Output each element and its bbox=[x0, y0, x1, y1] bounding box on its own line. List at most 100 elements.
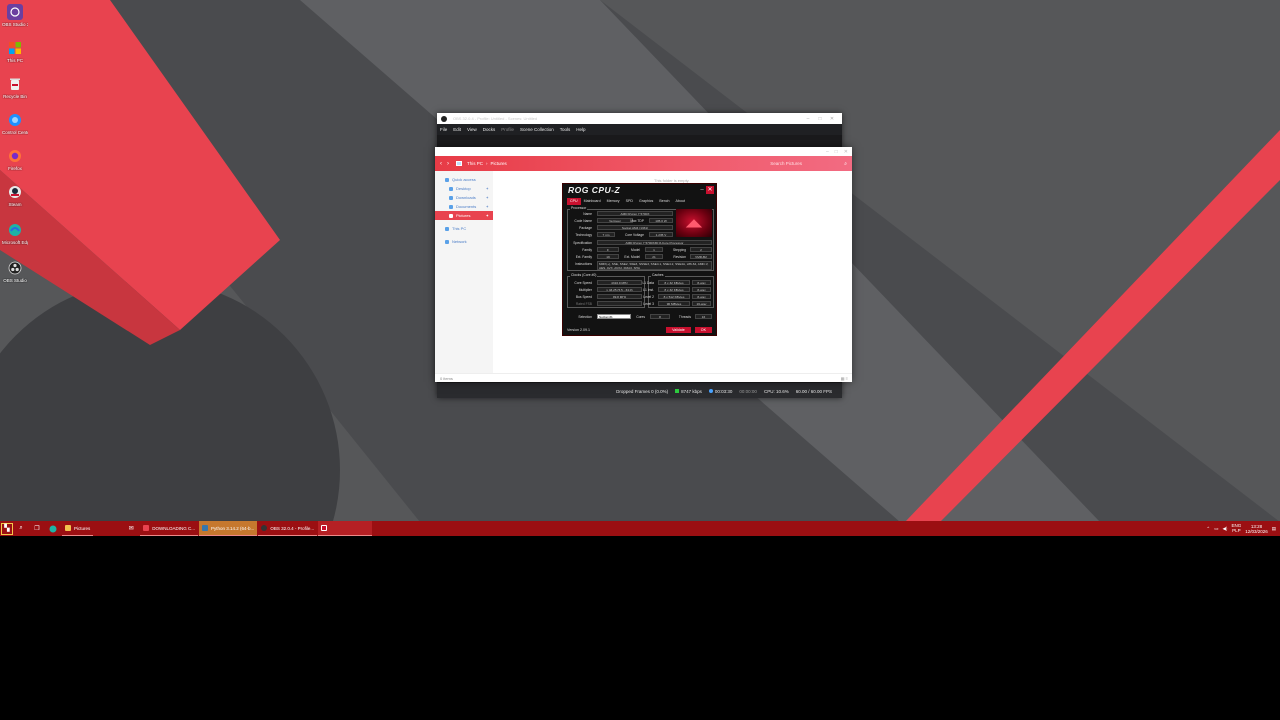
stepping-label: Stepping bbox=[672, 248, 686, 252]
menu-file[interactable]: File bbox=[440, 127, 447, 132]
taskbar-app-pictures[interactable]: Pictures bbox=[62, 521, 94, 536]
tab-about[interactable]: About bbox=[673, 198, 688, 205]
desktop-icon-obs-studio-32[interactable]: OBS Studio 32 bbox=[2, 4, 28, 27]
voltage-value: 1.235 V bbox=[649, 232, 673, 237]
sidebar-item-this-pc[interactable]: This PC bbox=[435, 224, 493, 233]
obs-titlebar[interactable]: OBS 32.0.4 - Profile: Untitled - Scenes:… bbox=[437, 113, 842, 124]
desktop-folder-icon bbox=[449, 186, 453, 191]
taskbar-app-python[interactable]: Python 3.14.2 (64-b... bbox=[199, 521, 258, 536]
socket-select[interactable]: Socket #1 bbox=[597, 314, 631, 319]
ratedfsb-label: Rated FSB bbox=[575, 302, 592, 306]
extmodel-value: 21 bbox=[645, 254, 663, 259]
menu-scene-collection[interactable]: Scene Collection bbox=[520, 127, 554, 132]
sidebar-item-pictures[interactable]: Pictures ✦ bbox=[435, 211, 493, 220]
language-indicator[interactable]: ENG PLP bbox=[1231, 523, 1241, 533]
sidebar-item-network[interactable]: Network bbox=[435, 237, 493, 246]
specification-label: Specification bbox=[573, 241, 592, 245]
item-count: 0 items bbox=[440, 375, 453, 381]
tab-memory[interactable]: Memory bbox=[604, 198, 623, 205]
network-icon bbox=[445, 239, 449, 244]
windows-logo-icon bbox=[7, 40, 23, 56]
start-button[interactable]: ▚ bbox=[1, 522, 13, 535]
technology-value: 7 nm bbox=[597, 232, 615, 237]
tab-mainboard[interactable]: Mainboard bbox=[581, 198, 604, 205]
technology-label: Technology bbox=[575, 233, 592, 237]
fps: 60.00 / 60.00 FPS bbox=[795, 388, 832, 394]
tab-graphics[interactable]: Graphics bbox=[636, 198, 656, 205]
recycle-bin-icon bbox=[7, 76, 23, 92]
minimize-icon[interactable]: – bbox=[802, 116, 814, 122]
ok-button[interactable]: OK bbox=[694, 327, 712, 333]
maxtdp-label: Max TDP bbox=[630, 219, 644, 223]
maximize-icon[interactable]: □ bbox=[835, 149, 838, 155]
back-icon[interactable]: ‹ bbox=[440, 161, 442, 167]
network-tray-icon[interactable]: ▭ bbox=[1214, 526, 1218, 532]
python-icon bbox=[202, 525, 209, 531]
desktop-icon-this-pc[interactable]: This PC bbox=[2, 40, 28, 63]
menu-profile[interactable]: Profile bbox=[501, 127, 514, 132]
l1d-label: L1 Data bbox=[642, 281, 654, 285]
taskbar-app-downloading[interactable]: DOWNLOADING C... bbox=[140, 521, 199, 536]
sidebar-item-documents[interactable]: Documents ✦ bbox=[435, 202, 493, 211]
breadcrumb-this-pc[interactable]: This PC bbox=[467, 161, 483, 166]
desktop-icon-obs-studio[interactable]: OBS Studio bbox=[2, 260, 28, 283]
pin-icon: ✦ bbox=[485, 186, 489, 191]
menu-tools[interactable]: Tools bbox=[560, 127, 571, 132]
dropped-frames: Dropped Frames 0 (0.0%) bbox=[616, 388, 669, 394]
menu-edit[interactable]: Edit bbox=[453, 127, 461, 132]
sidebar-item-downloads[interactable]: Downloads ✦ bbox=[435, 193, 493, 202]
edge-taskbar-icon[interactable] bbox=[45, 521, 61, 536]
desktop-icon-control-center[interactable]: Control Center bbox=[2, 112, 28, 135]
search-icon[interactable]: ⌕ bbox=[13, 521, 29, 536]
sidebar-item-desktop[interactable]: Desktop ✦ bbox=[435, 184, 493, 193]
desktop-icon-firefox[interactable]: Firefox bbox=[2, 148, 28, 171]
taskbar-app-cpuz[interactable] bbox=[318, 521, 373, 536]
menu-view[interactable]: View bbox=[467, 127, 477, 132]
folder-icon bbox=[65, 525, 71, 531]
close-icon[interactable]: ✕ bbox=[844, 149, 848, 155]
explorer-titlebar[interactable]: – □ ✕ bbox=[435, 147, 852, 156]
tab-bench[interactable]: Bench bbox=[656, 198, 672, 205]
pin-icon: ✦ bbox=[485, 204, 489, 209]
menu-help[interactable]: Help bbox=[576, 127, 585, 132]
specification-value: AMD Ryzen 7 5700X3D 8-Core Processor bbox=[597, 240, 712, 245]
maxtdp-value: 105.0 W bbox=[649, 218, 673, 223]
desktop-icon-recycle-bin[interactable]: Recycle Bin bbox=[2, 76, 28, 99]
taskbar-app-obs[interactable]: OBS 32.0.4 - Profile... bbox=[258, 521, 318, 536]
minimize-icon[interactable]: – bbox=[698, 187, 706, 193]
menu-docks[interactable]: Docks bbox=[483, 127, 496, 132]
cpuz-titlebar[interactable]: ROG CPU-Z – ✕ bbox=[563, 184, 716, 196]
steam-icon bbox=[7, 184, 23, 200]
this-pc-icon bbox=[456, 161, 462, 166]
clock[interactable]: 13:28 12/03/2026 bbox=[1245, 524, 1268, 534]
l2-value: 8 x 512 KBytes bbox=[658, 294, 690, 299]
desktop-icon-microsoft-edge[interactable]: Microsoft Edge bbox=[2, 222, 28, 245]
obs-logo-icon bbox=[441, 115, 447, 122]
close-icon[interactable]: ✕ bbox=[706, 186, 714, 194]
mail-icon[interactable]: ✉ bbox=[123, 521, 139, 536]
close-icon[interactable]: ✕ bbox=[826, 116, 838, 122]
maximize-icon[interactable]: □ bbox=[814, 116, 826, 122]
revision-label: Revision bbox=[673, 255, 686, 259]
name-label: Name bbox=[583, 212, 592, 216]
breadcrumb-pictures[interactable]: Pictures bbox=[491, 161, 507, 166]
sidebar-item-quick-access[interactable]: Quick access bbox=[435, 175, 493, 184]
download-app-icon bbox=[143, 525, 150, 531]
minimize-icon[interactable]: – bbox=[826, 149, 829, 155]
validate-button[interactable]: Validate bbox=[666, 327, 691, 333]
corespeed-value: 4316.9 MHz bbox=[597, 280, 642, 285]
view-toggle-icon[interactable]: ▦ ≡ bbox=[841, 376, 848, 381]
tab-cpu[interactable]: CPU bbox=[567, 198, 581, 205]
navigation-pane: Quick access Desktop ✦ Downloads ✦ Documen… bbox=[435, 171, 493, 373]
notifications-icon[interactable]: ▤ bbox=[1272, 526, 1276, 532]
search-icon[interactable]: ⌕ bbox=[844, 161, 847, 167]
tray-chevron-icon[interactable]: ⌃ bbox=[1206, 526, 1210, 532]
task-view-icon[interactable]: ❐ bbox=[29, 521, 45, 536]
forward-icon[interactable]: › bbox=[447, 161, 449, 167]
volume-icon[interactable]: ◀) bbox=[1222, 526, 1227, 532]
search-input[interactable]: Search Pictures bbox=[770, 161, 840, 166]
tab-spd[interactable]: SPD bbox=[623, 198, 636, 205]
desktop-icon-steam[interactable]: Steam bbox=[2, 184, 28, 207]
cores-value: 8 bbox=[650, 314, 670, 319]
cpuz-window[interactable]: ROG CPU-Z – ✕ CPU Mainboard Memory SPD G… bbox=[562, 183, 717, 336]
